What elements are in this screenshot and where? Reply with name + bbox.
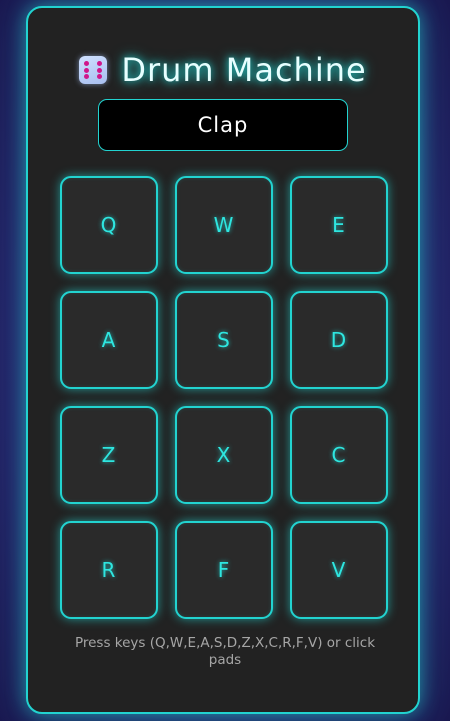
pad-c[interactable]: C <box>290 406 388 504</box>
dice-icon <box>79 56 108 84</box>
pad-w[interactable]: W <box>175 176 273 274</box>
drum-machine-panel: Drum Machine Clap Q W E A S D Z X C R F … <box>26 6 420 714</box>
pad-q[interactable]: Q <box>60 176 158 274</box>
pad-z[interactable]: Z <box>60 406 158 504</box>
pad-a[interactable]: A <box>60 291 158 389</box>
instructions-text: Press keys (Q,W,E,A,S,D,Z,X,C,R,F,V) or … <box>74 635 376 668</box>
pad-v[interactable]: V <box>290 521 388 619</box>
pad-r[interactable]: R <box>60 521 158 619</box>
sound-display: Clap <box>98 99 348 151</box>
pad-x[interactable]: X <box>175 406 273 504</box>
pad-d[interactable]: D <box>290 291 388 389</box>
page-title: Drum Machine <box>121 51 367 89</box>
pad-f[interactable]: F <box>175 521 273 619</box>
pad-grid: Q W E A S D Z X C R F V <box>60 176 390 619</box>
pad-e[interactable]: E <box>290 176 388 274</box>
pad-s[interactable]: S <box>175 291 273 389</box>
title-row: Drum Machine <box>28 50 418 90</box>
